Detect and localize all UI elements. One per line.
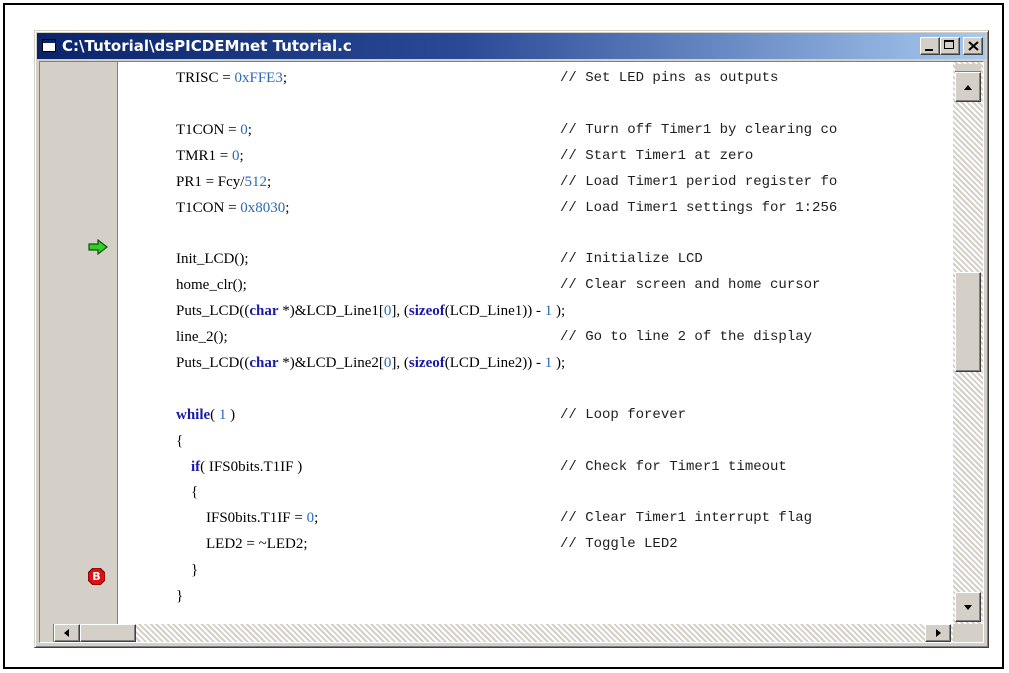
code-line[interactable]: {: [118, 480, 953, 504]
code-line[interactable]: IFS0bits.T1IF = 0; // Clear Timer1 interr…: [118, 506, 953, 530]
code-statement: Init_LCD();: [176, 251, 249, 268]
code-statement: Puts_LCD((char *)&LCD_Line1[0], (sizeof(…: [176, 303, 566, 320]
code-statement: T1CON = 0;: [176, 121, 252, 138]
splitter-handle[interactable]: [955, 64, 981, 72]
scroll-left-button[interactable]: [54, 624, 80, 642]
editor-window: C:\Tutorial\dsPICDEMnet Tutorial.c B TRI…: [34, 30, 989, 648]
code-comment: // Load Timer1 settings for 1:256: [560, 199, 838, 216]
window-title: C:\Tutorial\dsPICDEMnet Tutorial.c: [62, 37, 352, 55]
arrow-down-icon: [964, 605, 972, 610]
code-statement: TRISC = 0xFFE3;: [176, 70, 288, 86]
title-bar[interactable]: C:\Tutorial\dsPICDEMnet Tutorial.c: [37, 33, 986, 59]
code-comment: // Toggle LED2: [560, 536, 678, 553]
code-line[interactable]: Init_LCD(); // Initialize LCD: [118, 247, 953, 271]
code-line[interactable]: TMR1 = 0; // Start Timer1 at zero: [118, 144, 953, 168]
code-editor[interactable]: TRISC = 0xFFE3; // Set LED pins as output…: [118, 62, 953, 624]
code-line[interactable]: T1CON = 0x8030; // Load Timer1 settings f…: [118, 196, 953, 220]
code-comment: // Load Timer1 period register fo: [560, 173, 838, 190]
code-comment: // Set LED pins as outputs: [560, 70, 779, 86]
horizontal-splitter-handle[interactable]: [40, 624, 54, 642]
breakpoint-gutter[interactable]: B: [40, 62, 134, 624]
code-line[interactable]: [118, 221, 953, 245]
minimize-button[interactable]: [920, 37, 940, 55]
vertical-scrollbar[interactable]: [953, 62, 983, 624]
code-statement: line_2();: [176, 329, 228, 345]
scroll-down-button[interactable]: [955, 592, 981, 622]
code-line[interactable]: while( 1 ) // Loop forever: [118, 403, 953, 427]
code-line[interactable]: Puts_LCD((char *)&LCD_Line2[0], (sizeof(…: [118, 351, 953, 375]
code-statement: while( 1 ): [176, 406, 236, 423]
code-comment: // Check for Timer1 timeout: [560, 458, 787, 475]
code-comment: // Initialize LCD: [560, 251, 703, 268]
code-line[interactable]: [118, 92, 953, 116]
breakpoint-label: B: [92, 570, 101, 583]
code-comment: // Start Timer1 at zero: [560, 147, 754, 164]
scroll-right-button[interactable]: [925, 624, 951, 642]
maximize-button[interactable]: [940, 37, 960, 55]
code-statement: home_clr();: [176, 277, 247, 294]
horizontal-scrollbar[interactable]: [40, 624, 953, 642]
code-statement: }: [176, 562, 199, 579]
code-line[interactable]: Puts_LCD((char *)&LCD_Line1[0], (sizeof(…: [118, 299, 953, 323]
code-line[interactable]: PR1 = Fcy/512; // Load Timer1 period regi…: [118, 170, 953, 194]
arrow-up-icon: [964, 85, 972, 90]
code-statement: LED2 = ~LED2;: [176, 536, 308, 553]
code-line[interactable]: }: [118, 584, 953, 608]
close-icon: [968, 41, 979, 51]
code-comment: // Clear Timer1 interrupt flag: [560, 510, 813, 527]
scroll-up-button[interactable]: [955, 72, 981, 102]
code-statement: T1CON = 0x8030;: [176, 199, 290, 216]
code-statement: TMR1 = 0;: [176, 147, 244, 164]
editor-client: B TRISC = 0xFFE3; // Set LED pins as outp…: [39, 61, 984, 643]
code-statement: {: [176, 484, 199, 501]
execution-arrow-icon: [88, 239, 108, 255]
code-line[interactable]: TRISC = 0xFFE3; // Set LED pins as output…: [118, 66, 953, 90]
horizontal-scroll-thumb[interactable]: [80, 624, 136, 642]
code-statement: }: [176, 588, 184, 604]
code-line[interactable]: line_2(); // Go to line 2 of the display: [118, 325, 953, 349]
code-comment: // Loop forever: [560, 406, 687, 423]
code-line[interactable]: if( IFS0bits.T1IF ) // Check for Timer1 t…: [118, 455, 953, 479]
code-line[interactable]: {: [118, 429, 953, 453]
code-line[interactable]: LED2 = ~LED2; // Toggle LED2: [118, 532, 953, 556]
vertical-scroll-thumb[interactable]: [955, 272, 981, 372]
code-comment: // Clear screen and home cursor: [560, 277, 821, 294]
document-icon: [42, 39, 56, 52]
code-statement: if( IFS0bits.T1IF ): [191, 458, 303, 475]
code-line[interactable]: T1CON = 0; // Turn off Timer1 by clearing…: [118, 118, 953, 142]
code-line[interactable]: }: [118, 558, 953, 582]
breakpoint-icon[interactable]: B: [88, 568, 105, 585]
code-line[interactable]: home_clr(); // Clear screen and home curs…: [118, 273, 953, 297]
code-comment: // Turn off Timer1 by clearing co: [560, 121, 838, 138]
code-statement: Puts_LCD((char *)&LCD_Line2[0], (sizeof(…: [176, 354, 566, 371]
code-line[interactable]: [118, 377, 953, 401]
size-grip[interactable]: [953, 624, 983, 642]
code-statement: {: [176, 432, 184, 449]
code-statement: IFS0bits.T1IF = 0;: [176, 510, 319, 527]
arrow-right-icon: [936, 629, 941, 637]
code-comment: // Go to line 2 of the display: [560, 329, 813, 345]
code-statement: PR1 = Fcy/512;: [176, 173, 272, 190]
arrow-left-icon: [64, 629, 69, 637]
close-button[interactable]: [963, 37, 983, 55]
